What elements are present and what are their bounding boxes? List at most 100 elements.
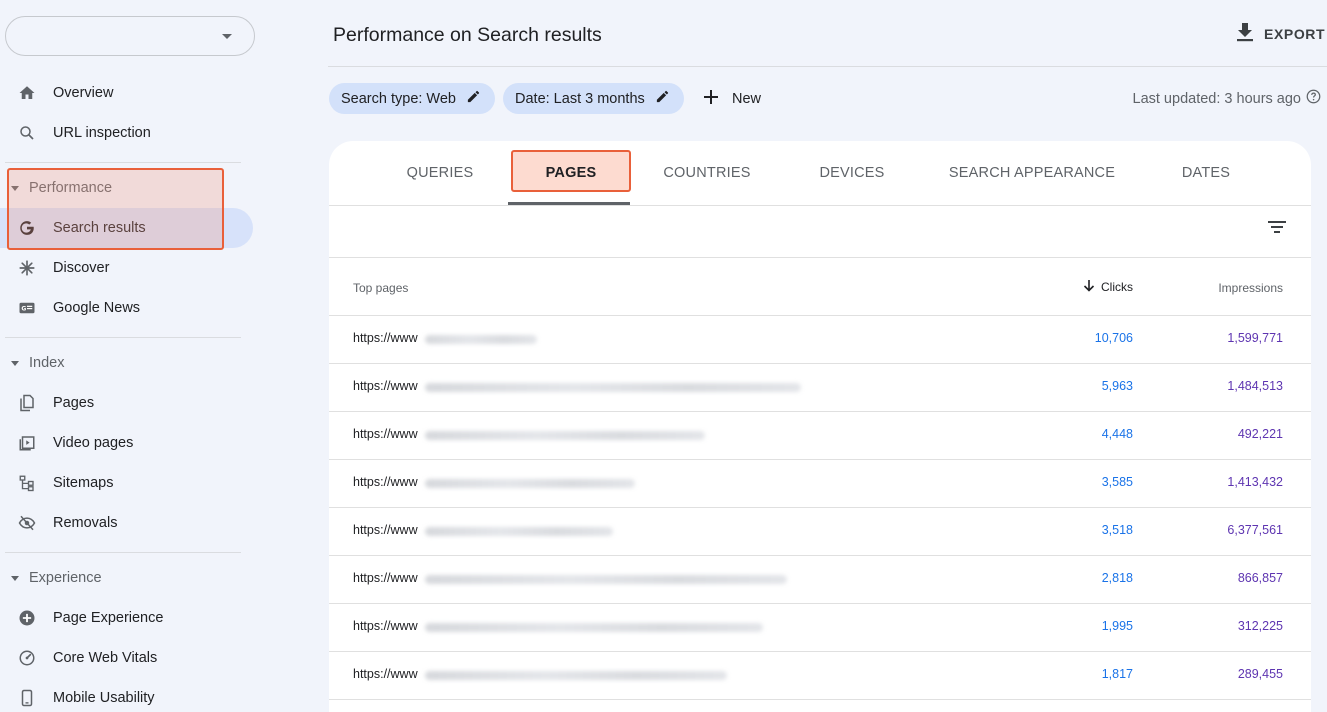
- sidebar-item-pages[interactable]: Pages: [0, 383, 253, 423]
- section-index[interactable]: Index: [0, 343, 240, 383]
- tab-devices[interactable]: DEVICES: [797, 141, 907, 205]
- google-g-icon: [17, 218, 37, 238]
- property-selector[interactable]: [5, 16, 255, 56]
- tab-queries[interactable]: QUERIES: [389, 141, 491, 205]
- sidebar-item-label: Overview: [53, 85, 114, 101]
- sidebar-item-label: Core Web Vitals: [53, 650, 158, 666]
- sidebar-item-label: Google News: [53, 300, 141, 316]
- sidebar-item-video-pages[interactable]: Video pages: [0, 423, 253, 463]
- sidebar: Overview URL inspection Performance Sear…: [0, 0, 260, 712]
- new-label: New: [732, 91, 762, 107]
- impressions-value: 866,857: [1237, 571, 1283, 585]
- column-header-clicks[interactable]: Clicks: [1077, 279, 1133, 295]
- plus-icon: [703, 89, 719, 110]
- filter-rows-icon[interactable]: [1267, 219, 1287, 240]
- sidebar-divider: [5, 337, 241, 338]
- page-url[interactable]: https://www: [353, 619, 418, 633]
- impressions-value: 1,413,432: [1227, 475, 1283, 489]
- clicks-value: 10,706: [1094, 331, 1133, 345]
- page-url[interactable]: https://www: [353, 523, 418, 537]
- pages-icon: [17, 393, 37, 413]
- clicks-value: 1,817: [1101, 667, 1133, 681]
- table-row[interactable]: https://www 3,585 1,413,432: [329, 460, 1311, 508]
- section-title: Experience: [29, 570, 102, 586]
- filter-chip-date[interactable]: Date: Last 3 months: [503, 83, 684, 114]
- row-divider: [329, 699, 1311, 700]
- table-row[interactable]: https://www 10,706 1,599,771: [329, 316, 1311, 364]
- help-icon[interactable]: [1306, 89, 1321, 108]
- tab-countries[interactable]: COUNTRIES: [647, 141, 767, 205]
- redacted-url-blur: [425, 479, 635, 488]
- sidebar-item-google-news[interactable]: G Google News: [0, 288, 253, 328]
- sidebar-item-label: Mobile Usability: [53, 690, 155, 706]
- sidebar-item-overview[interactable]: Overview: [0, 73, 253, 113]
- tab-pages[interactable]: PAGES: [511, 141, 631, 205]
- page-url[interactable]: https://www: [353, 331, 418, 345]
- clicks-value: 1,995: [1101, 619, 1133, 633]
- phone-icon: [17, 688, 37, 708]
- sidebar-item-label: Video pages: [53, 435, 134, 451]
- section-title: Performance: [29, 180, 113, 196]
- tabs-divider: [329, 205, 1311, 206]
- export-button[interactable]: EXPORT: [1236, 22, 1325, 46]
- redacted-url-blur: [425, 527, 613, 536]
- video-icon: [17, 433, 37, 453]
- redacted-url-blur: [425, 335, 537, 344]
- table-row[interactable]: https://www 1,817 289,455: [329, 652, 1311, 700]
- export-label: EXPORT: [1264, 26, 1326, 42]
- section-title: Index: [29, 355, 65, 371]
- redacted-url-blur: [425, 671, 727, 680]
- sidebar-item-label: URL inspection: [53, 125, 151, 141]
- tab-dates[interactable]: DATES: [1159, 141, 1253, 205]
- filter-chip-search-type[interactable]: Search type: Web: [329, 83, 495, 114]
- sidebar-divider: [5, 552, 241, 553]
- table-row[interactable]: https://www 3,518 6,377,561: [329, 508, 1311, 556]
- redacted-url-blur: [425, 431, 705, 440]
- caret-down-icon: [222, 34, 232, 39]
- sidebar-item-mobile-usability[interactable]: Mobile Usability: [0, 678, 253, 712]
- sidebar-item-label: Removals: [53, 515, 118, 531]
- table-row[interactable]: https://www 1,995 312,225: [329, 604, 1311, 652]
- caret-down-icon: [11, 576, 19, 581]
- sidebar-item-page-experience[interactable]: Page Experience: [0, 598, 253, 638]
- report-card: QUERIES PAGES COUNTRIES DEVICES SEARCH A…: [329, 141, 1311, 712]
- sidebar-item-discover[interactable]: Discover: [0, 248, 253, 288]
- toolbar-divider: [329, 257, 1311, 258]
- sidebar-item-label: Pages: [53, 395, 95, 411]
- page-title: Performance on Search results: [333, 24, 602, 46]
- page-url[interactable]: https://www: [353, 667, 418, 681]
- column-header-impressions[interactable]: Impressions: [1218, 281, 1283, 295]
- header-divider: [328, 66, 1327, 67]
- last-updated-text: Last updated: 3 hours ago: [1132, 90, 1302, 107]
- table-row[interactable]: https://www 4,448 492,221: [329, 412, 1311, 460]
- sidebar-item-label: Search results: [53, 220, 146, 236]
- table-row[interactable]: https://www 2,818 866,857: [329, 556, 1311, 604]
- new-filter-button[interactable]: New: [703, 86, 761, 112]
- svg-text:G: G: [21, 306, 26, 313]
- page-url[interactable]: https://www: [353, 571, 418, 585]
- section-performance[interactable]: Performance: [0, 168, 240, 208]
- column-header-top-pages: Top pages: [353, 281, 409, 295]
- redacted-url-blur: [425, 623, 763, 632]
- page-url[interactable]: https://www: [353, 475, 418, 489]
- chip-label: Search type: Web: [341, 90, 456, 107]
- sidebar-item-removals[interactable]: Removals: [0, 503, 253, 543]
- pencil-icon: [655, 89, 670, 109]
- sidebar-item-search-results[interactable]: Search results: [0, 208, 253, 248]
- page-url[interactable]: https://www: [353, 379, 418, 393]
- sidebar-item-label: Page Experience: [53, 610, 164, 626]
- download-icon: [1236, 22, 1254, 47]
- redacted-url-blur: [425, 383, 801, 392]
- sidebar-item-sitemaps[interactable]: Sitemaps: [0, 463, 253, 503]
- clicks-header-label: Clicks: [1101, 280, 1133, 294]
- sidebar-item-label: Discover: [53, 260, 110, 276]
- section-experience[interactable]: Experience: [0, 558, 240, 598]
- table-row[interactable]: https://www 5,963 1,484,513: [329, 364, 1311, 412]
- sitemap-icon: [17, 473, 37, 493]
- sidebar-item-url-inspection[interactable]: URL inspection: [0, 113, 253, 153]
- page-url[interactable]: https://www: [353, 427, 418, 441]
- sidebar-divider: [5, 162, 241, 163]
- tab-search-appearance[interactable]: SEARCH APPEARANCE: [941, 141, 1123, 205]
- clicks-value: 2,818: [1101, 571, 1133, 585]
- sidebar-item-core-web-vitals[interactable]: Core Web Vitals: [0, 638, 253, 678]
